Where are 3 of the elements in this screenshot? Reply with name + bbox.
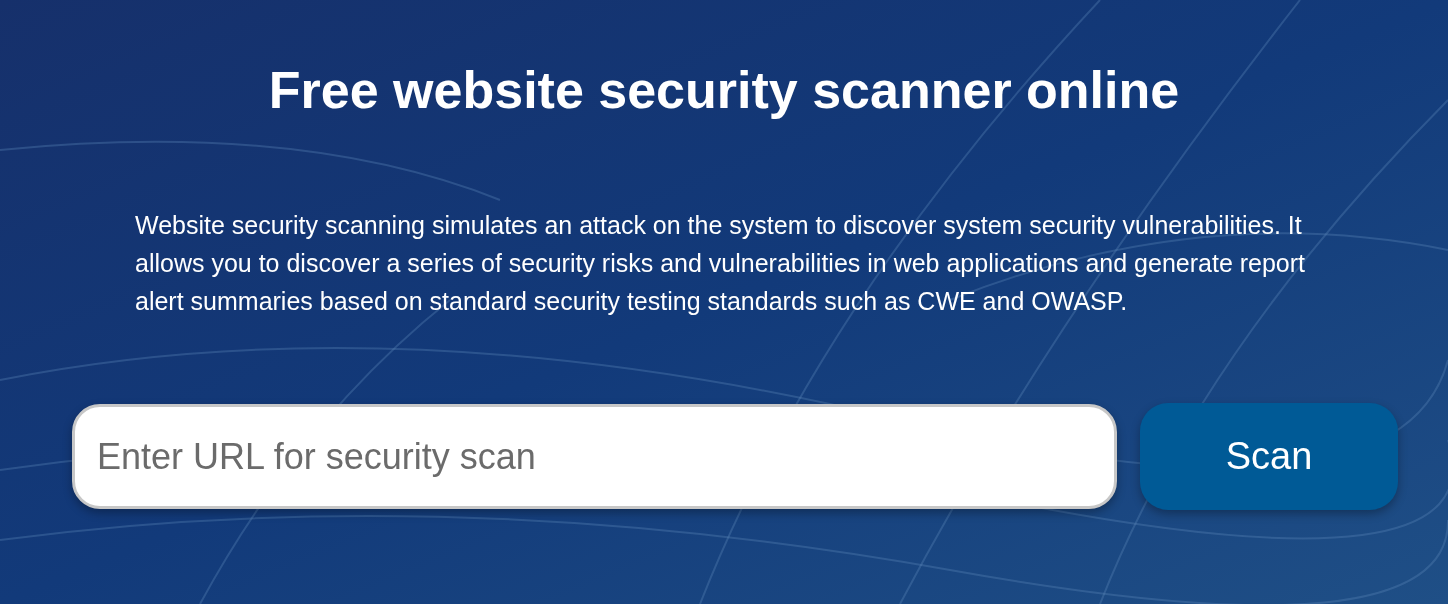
scan-button[interactable]: Scan <box>1140 403 1398 510</box>
description-paragraph: Website security scanning simulates an attack on the system to discover system security vulnerabilities. It allows you to discover a series of security risks and vulnerabilities in web applications and generate report alert summaries based on standard security testing standards such as CWE and OWASP. <box>135 210 1307 317</box>
url-input-field[interactable]: Enter URL for security scan <box>72 404 1117 509</box>
